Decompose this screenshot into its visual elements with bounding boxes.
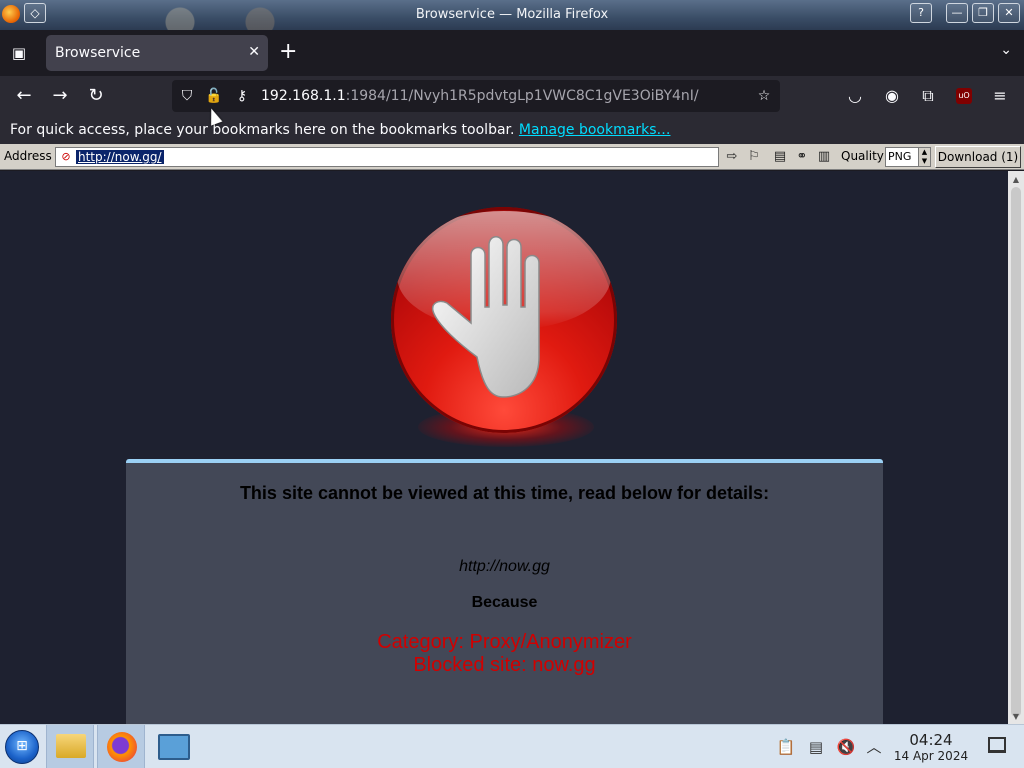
navigation-toolbar: ← → ↻ ⛉ 🔓 ⚷ 192.168.1.1:1984/11/Nvyh1R5p… [0, 76, 1024, 116]
tray-expand-icon[interactable]: ︿ [864, 737, 884, 757]
clipboard-tray-icon[interactable]: 📋 [776, 737, 796, 757]
scroll-down-icon[interactable]: ▼ [1008, 710, 1024, 724]
quality-select[interactable]: PNG ▲ ▼ [885, 147, 931, 167]
address-label: Address [4, 149, 52, 163]
system-tool-icon [158, 734, 190, 760]
address-field-value[interactable]: http://now.gg/ [76, 150, 164, 164]
block-category: Category: Proxy/Anonymizer [377, 631, 632, 653]
account-icon[interactable]: ◉ [880, 84, 904, 108]
scroll-up-icon[interactable]: ▲ [1008, 173, 1024, 187]
url-text[interactable]: 192.168.1.1:1984/11/Nvyh1R5pdvtgLp1VWC8C… [261, 88, 699, 104]
back-icon[interactable]: ← [12, 84, 36, 108]
bookmarks-toolbar: For quick access, place your bookmarks h… [0, 116, 1024, 144]
ublock-origin-icon[interactable]: uO [956, 88, 972, 104]
page-scrollbar[interactable]: ▲ ▼ [1008, 171, 1024, 724]
block-details-panel: This site cannot be viewed at this time,… [126, 459, 883, 724]
url-path: :1984/11/Nvyh1R5pdvtgLp1VWC8C1gVE3OiBY4n… [345, 88, 699, 104]
tab-strip: ▣ Browservice ✕ + ⌄ [0, 30, 1024, 76]
url-host: 192.168.1.1 [261, 88, 346, 104]
window-titlebar: ◇ Browservice — Mozilla Firefox ? — ❐ ✕ [0, 0, 1024, 30]
permissions-icon[interactable]: ⚷ [232, 86, 252, 106]
taskbar: ⊞ 📋 ▤ 🔇 ︿ 04:24 14 Apr 2024 [0, 724, 1024, 768]
firefox-task[interactable] [97, 725, 145, 768]
volume-muted-icon[interactable]: 🔇 [836, 737, 856, 757]
storage-tray-icon[interactable]: ▤ [806, 737, 826, 757]
system-tool-task[interactable] [150, 725, 198, 768]
go-arrow-icon[interactable]: ⇨ [723, 148, 741, 166]
web-page-viewport: This site cannot be viewed at this time,… [0, 171, 1008, 724]
bookmark-star-icon[interactable]: ☆ [754, 86, 774, 106]
hamburger-menu-icon[interactable]: ≡ [988, 84, 1012, 108]
reload-icon[interactable]: ↻ [84, 84, 108, 108]
tab-browservice[interactable]: Browservice ✕ [46, 35, 268, 71]
bookmarks-prompt: For quick access, place your bookmarks h… [10, 122, 670, 138]
bookmarks-prompt-text: For quick access, place your bookmarks h… [10, 122, 515, 138]
firefox-icon [107, 732, 137, 762]
save-page-icon[interactable]: ▤ [771, 148, 789, 166]
block-heading: This site cannot be viewed at this time,… [239, 483, 770, 503]
browservice-toolbar: Address ⊘ http://now.gg/ ⇨ ⚐ ▤ ⚭ ▥ Quali… [0, 144, 1024, 170]
clock-time[interactable]: 04:24 [893, 731, 969, 749]
clipboard-icon[interactable]: ▥ [815, 148, 833, 166]
clock-date[interactable]: 14 Apr 2024 [893, 749, 969, 763]
new-tab-icon[interactable]: + [279, 40, 297, 64]
quality-select-value: PNG [888, 150, 912, 163]
close-window-button[interactable]: ✕ [998, 3, 1020, 23]
tab-title: Browservice [55, 45, 141, 61]
maximize-button[interactable]: ❐ [972, 3, 994, 23]
url-bar[interactable]: ⛉ 🔓 ⚷ 192.168.1.1:1984/11/Nvyh1R5pdvtgLp… [172, 80, 780, 112]
stop-hand-icon [391, 207, 617, 433]
address-field[interactable]: ⊘ http://now.gg/ [55, 147, 719, 167]
manage-bookmarks-link[interactable]: Manage bookmarks… [519, 122, 671, 138]
window-title: Browservice — Mozilla Firefox [415, 7, 609, 22]
because-label: Because [471, 594, 538, 611]
tracking-protection-shield-icon[interactable]: ⛉ [177, 86, 197, 106]
chevron-down-icon[interactable]: ⌄ [1000, 42, 1012, 58]
close-tab-icon[interactable]: ✕ [248, 44, 260, 60]
quality-label: Quality [841, 149, 884, 163]
blocked-url: http://now.gg [459, 558, 550, 575]
forward-icon[interactable]: → [48, 84, 72, 108]
pocket-icon[interactable]: ◡ [843, 84, 867, 108]
list-all-tabs-icon[interactable]: ▣ [8, 42, 30, 64]
insecure-lock-icon[interactable]: 🔓 [204, 86, 224, 106]
download-button[interactable]: Download (1) [935, 146, 1021, 168]
find-binoculars-icon[interactable]: ⚭ [793, 148, 811, 166]
start-menu-button[interactable]: ⊞ [5, 730, 39, 764]
help-button[interactable]: ? [910, 3, 932, 23]
minimize-button[interactable]: — [946, 3, 968, 23]
scroll-thumb[interactable] [1011, 187, 1021, 717]
file-manager-task[interactable] [46, 725, 94, 768]
quality-spinner[interactable]: ▲ ▼ [918, 148, 930, 166]
insecure-site-icon: ⊘ [61, 150, 71, 163]
blocked-site: Blocked site: now.gg [413, 654, 596, 676]
folder-icon [56, 734, 86, 758]
show-desktop-icon[interactable] [988, 737, 1006, 753]
extensions-icon[interactable]: ⧉ [916, 84, 940, 108]
bookmark-icon[interactable]: ⚐ [745, 148, 763, 166]
